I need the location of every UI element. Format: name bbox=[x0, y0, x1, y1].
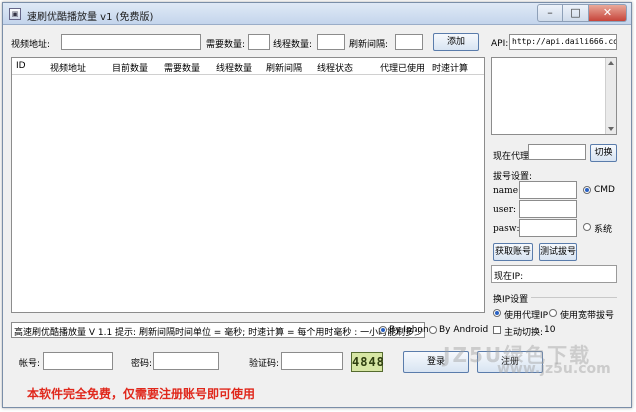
dialup-pasw-label: pasw: bbox=[493, 224, 520, 234]
test-dial-button[interactable]: 测试拔号 bbox=[539, 243, 577, 261]
watermark-url: www.jz5u.com bbox=[497, 361, 611, 377]
col-proxy-used[interactable]: 代理已使用 bbox=[380, 61, 425, 74]
window-controls: – □ ✕ bbox=[537, 4, 627, 22]
col-current-count[interactable]: 目前数量 bbox=[112, 61, 148, 74]
by-android-label: By Android bbox=[439, 325, 489, 335]
maximize-button[interactable]: □ bbox=[563, 4, 589, 22]
thread-count-input[interactable] bbox=[317, 34, 345, 50]
refresh-interval-input[interactable] bbox=[395, 34, 423, 50]
current-proxy-label: 现在代理: bbox=[493, 152, 533, 162]
window-title: 速刷优酷播放量 v1 (免费版) bbox=[27, 12, 154, 23]
thread-count-label: 线程数量: bbox=[273, 40, 313, 50]
current-ip-box: 现在IP: bbox=[491, 265, 617, 283]
free-notice: 本软件完全免费，仅需要注册账号即可使用 bbox=[27, 387, 256, 401]
use-broadband-label: 使用宽带拔号 bbox=[560, 311, 615, 321]
add-button[interactable]: 添加 bbox=[433, 33, 479, 51]
title-bar[interactable]: ▣ 速刷优酷播放量 v1 (免费版) – □ ✕ bbox=[3, 3, 631, 25]
by-iphone-label: By Iphone bbox=[389, 325, 435, 335]
task-table[interactable]: ID 视频地址 目前数量 需要数量 线程数量 刷新间隔 线程状态 代理已使用 时… bbox=[11, 57, 485, 313]
col-thread-status[interactable]: 线程状态 bbox=[317, 61, 353, 74]
mode-system-radio[interactable] bbox=[583, 223, 591, 231]
password-input[interactable] bbox=[153, 352, 219, 370]
dialup-name-label: name: bbox=[493, 186, 522, 196]
by-iphone-radio[interactable] bbox=[379, 326, 387, 334]
dialup-user-input[interactable] bbox=[519, 200, 577, 218]
col-thread-count[interactable]: 线程数量 bbox=[216, 61, 252, 74]
account-label: 帐号: bbox=[19, 359, 41, 369]
auto-switch-value[interactable]: 10 bbox=[544, 325, 555, 335]
dialup-pasw-input[interactable] bbox=[519, 219, 577, 237]
captcha-label: 验证码: bbox=[249, 359, 280, 369]
use-broadband-radio[interactable] bbox=[549, 309, 557, 317]
col-video-url[interactable]: 视频地址 bbox=[50, 61, 86, 74]
current-ip-label: 现在IP: bbox=[494, 272, 524, 282]
captcha-input[interactable] bbox=[281, 352, 343, 370]
switch-proxy-button[interactable]: 切换 bbox=[590, 144, 617, 162]
api-input-value: http://api.daili666.com/ip/ bbox=[512, 37, 616, 46]
col-speed-calc[interactable]: 时速计算 bbox=[432, 61, 468, 74]
auto-switch-checkbox[interactable] bbox=[493, 326, 501, 334]
app-icon: ▣ bbox=[9, 8, 21, 20]
refresh-interval-label: 刷新间隔: bbox=[349, 40, 389, 50]
video-url-label: 视频地址: bbox=[11, 40, 51, 50]
status-text: 高速刷优酷播放量 V 1.1 提示: 刷新间隔时间单位 = 毫秒; 时速计算 =… bbox=[14, 328, 424, 338]
ip-switch-group-line bbox=[531, 297, 617, 298]
current-proxy-input[interactable] bbox=[528, 144, 586, 160]
use-proxy-ip-radio[interactable] bbox=[493, 309, 501, 317]
scroll-up-icon[interactable] bbox=[608, 61, 614, 65]
status-bar: 高速刷优酷播放量 V 1.1 提示: 刷新间隔时间单位 = 毫秒; 时速计算 =… bbox=[11, 322, 425, 338]
by-android-radio[interactable] bbox=[429, 326, 437, 334]
use-proxy-ip-label: 使用代理IP bbox=[504, 311, 549, 321]
ip-switch-group-label: 换IP设置 bbox=[493, 295, 529, 305]
need-count-label: 需要数量: bbox=[206, 40, 246, 50]
col-id[interactable]: ID bbox=[16, 61, 26, 71]
api-label: API: bbox=[491, 39, 509, 49]
api-log-scrollbar[interactable] bbox=[605, 58, 616, 134]
mode-cmd-label: CMD bbox=[594, 185, 615, 195]
auto-switch-label: 主动切换: bbox=[504, 328, 544, 338]
account-input[interactable] bbox=[43, 352, 113, 370]
close-button[interactable]: ✕ bbox=[589, 4, 627, 22]
captcha-image[interactable]: 4848 bbox=[351, 352, 384, 372]
api-input[interactable]: http://api.daili666.com/ip/ bbox=[509, 34, 617, 50]
mode-system-label: 系统 bbox=[594, 225, 613, 235]
main-window: ▣ 速刷优酷播放量 v1 (免费版) – □ ✕ 视频地址: 需要数量: 线程数… bbox=[2, 2, 632, 408]
video-url-input[interactable] bbox=[61, 34, 201, 50]
dialup-user-label: user: bbox=[493, 205, 517, 215]
need-count-input[interactable] bbox=[248, 34, 270, 50]
minimize-button[interactable]: – bbox=[537, 4, 563, 22]
get-account-button[interactable]: 获取账号 bbox=[493, 243, 533, 261]
dialup-name-input[interactable] bbox=[519, 181, 577, 199]
col-refresh-interval[interactable]: 刷新间隔 bbox=[266, 61, 302, 74]
api-log-box[interactable] bbox=[491, 57, 617, 135]
mode-cmd-radio[interactable] bbox=[583, 186, 591, 194]
password-label: 密码: bbox=[131, 359, 153, 369]
scroll-down-icon[interactable] bbox=[608, 127, 614, 131]
col-need-count[interactable]: 需要数量 bbox=[164, 61, 200, 74]
table-header: ID 视频地址 目前数量 需要数量 线程数量 刷新间隔 线程状态 代理已使用 时… bbox=[12, 58, 484, 75]
